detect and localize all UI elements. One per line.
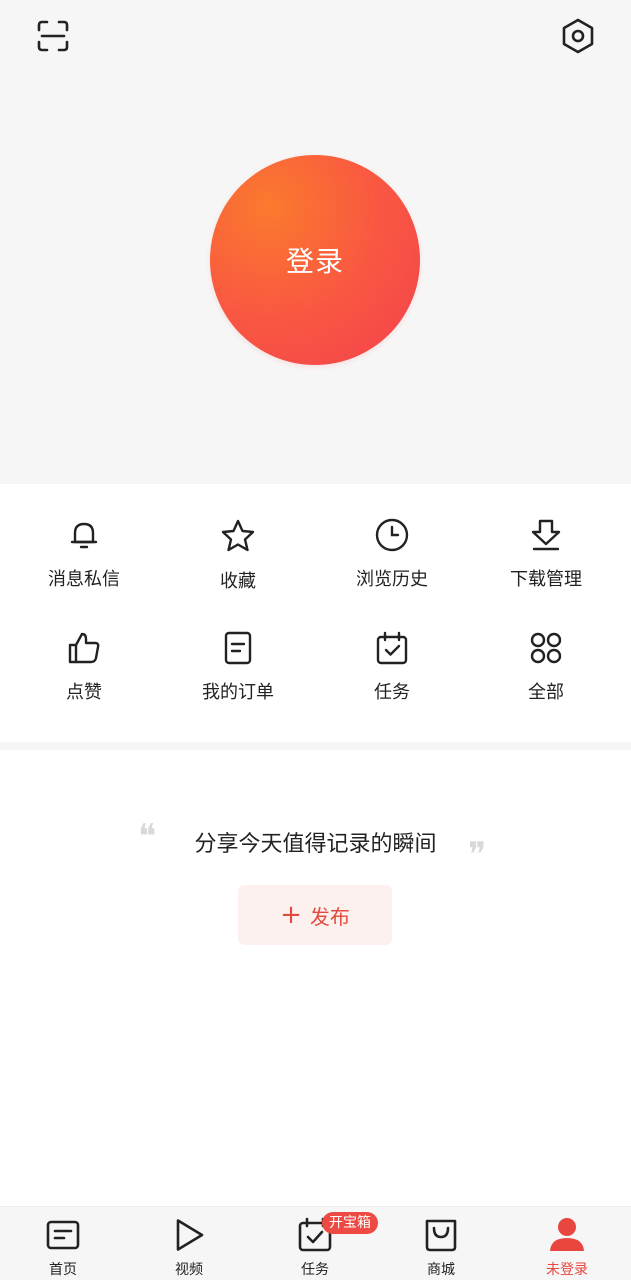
quick-action-label: 我的订单 (202, 682, 274, 703)
quick-action-tasks[interactable]: 任务 (317, 614, 467, 704)
profile-header: 登录 (0, 0, 631, 484)
profile-page: 登录 消息私信 收藏 浏览历史 下载管理 点赞 我的订单 任务 全部 ❝ 分享今… (0, 0, 631, 1280)
quick-action-label: 全部 (528, 682, 564, 703)
publish-label: 发布 (309, 904, 350, 929)
settings-icon[interactable] (556, 14, 600, 58)
shopping-bag-icon (421, 1215, 461, 1255)
nav-item-home[interactable]: 首页 (0, 1207, 126, 1280)
bottom-nav: 首页 视频 任务 商城 未登录 (0, 1206, 631, 1280)
share-prompt: 分享今天值得记录的瞬间 (194, 832, 437, 857)
play-icon (169, 1215, 209, 1255)
download-icon (526, 517, 566, 553)
user-icon (547, 1215, 587, 1255)
order-icon (218, 630, 258, 666)
calendar-check-icon (372, 630, 412, 666)
quick-action-label: 点赞 (66, 682, 102, 703)
scan-icon[interactable] (31, 14, 75, 58)
login-label: 登录 (285, 245, 344, 278)
share-section: ❝ 分享今天值得记录的瞬间 ❞ + 发布 (0, 750, 631, 1206)
nav-item-mall[interactable]: 商城 (378, 1207, 504, 1280)
section-divider (0, 742, 631, 750)
bell-icon (64, 517, 104, 553)
quick-action-label: 任务 (374, 682, 410, 703)
quick-action-all[interactable]: 全部 (471, 614, 621, 704)
quick-action-downloads[interactable]: 下载管理 (471, 501, 621, 591)
plus-icon: + (280, 900, 302, 930)
quick-action-favorites[interactable]: 收藏 (163, 501, 313, 592)
nav-label: 任务 (301, 1262, 329, 1278)
home-doc-icon (43, 1215, 83, 1255)
nav-label: 未登录 (546, 1262, 588, 1278)
quick-action-messages[interactable]: 消息私信 (9, 501, 159, 591)
thumbs-up-icon (64, 630, 104, 666)
grid-dots-icon (526, 630, 566, 666)
login-button[interactable]: 登录 (210, 155, 420, 365)
quick-action-likes[interactable]: 点赞 (9, 614, 159, 704)
nav-label: 视频 (175, 1262, 203, 1278)
quick-action-orders[interactable]: 我的订单 (163, 614, 313, 704)
quick-action-label: 浏览历史 (356, 569, 428, 590)
close-quote-icon: ❞ (468, 835, 487, 875)
quick-action-label: 下载管理 (510, 569, 582, 590)
quick-actions-grid: 消息私信 收藏 浏览历史 下载管理 点赞 我的订单 任务 全部 (0, 484, 631, 742)
quick-action-label: 消息私信 (48, 569, 120, 590)
publish-button[interactable]: + 发布 (238, 885, 392, 945)
nav-item-profile[interactable]: 未登录 (504, 1207, 630, 1280)
quick-action-history[interactable]: 浏览历史 (317, 501, 467, 591)
nav-label: 首页 (49, 1262, 77, 1278)
star-icon (218, 517, 258, 555)
nav-label: 商城 (427, 1262, 455, 1278)
nav-item-video[interactable]: 视频 (126, 1207, 252, 1280)
quick-action-label: 收藏 (220, 571, 256, 592)
clock-icon (372, 517, 412, 553)
treasure-chest-badge[interactable]: 开宝箱 (322, 1212, 378, 1234)
